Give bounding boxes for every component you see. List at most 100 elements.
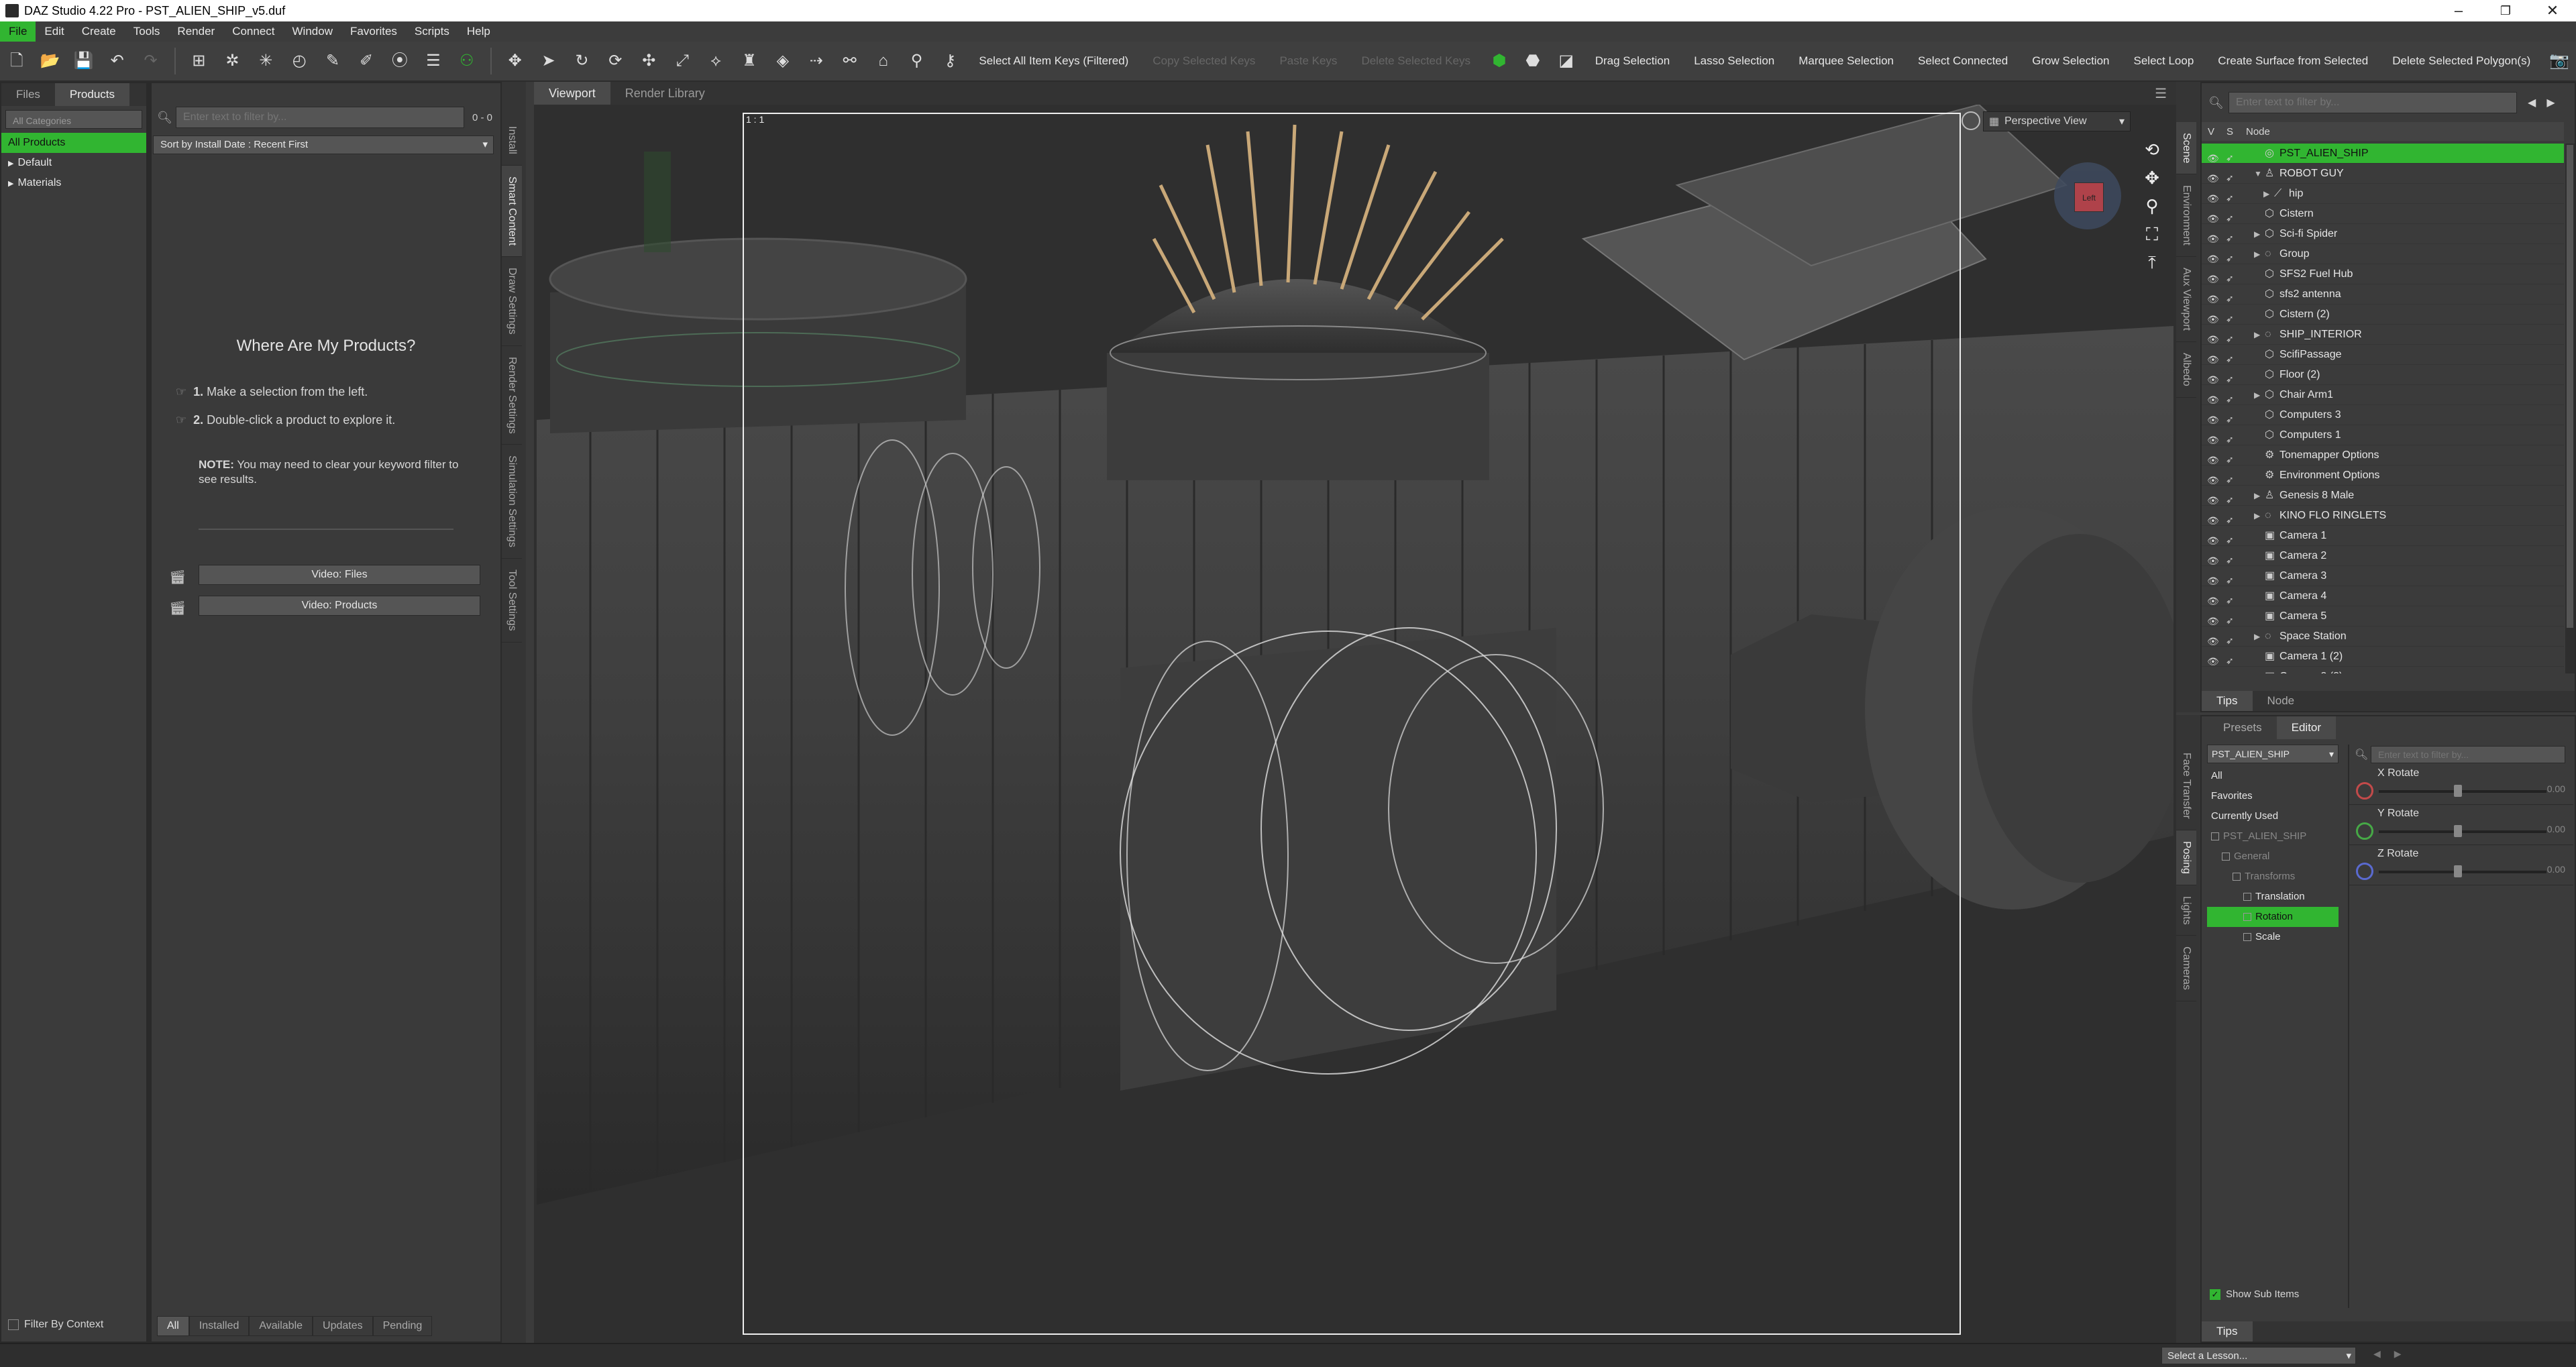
- parameter-value[interactable]: 0.00: [2547, 864, 2565, 875]
- column-node[interactable]: Node: [2246, 126, 2270, 138]
- expand-arrow-icon[interactable]: ▼: [2254, 164, 2262, 184]
- tab-face-transfer[interactable]: Face Transfer: [2176, 742, 2196, 830]
- tab-scene[interactable]: Scene: [2176, 122, 2196, 175]
- scene-node-row[interactable]: 👁︎ ➶ ▼ ♙ ROBOT GUY: [2202, 164, 2564, 184]
- slider-track[interactable]: [2379, 790, 2546, 793]
- delete-polygons-button[interactable]: Delete Selected Polygon(s): [2380, 54, 2542, 68]
- dolly-icon[interactable]: ⤒: [2140, 248, 2164, 276]
- scene-node-row[interactable]: 👁︎ ➶ ▶ ◌ Space Station: [2202, 626, 2564, 647]
- view-dropdown[interactable]: ▦ Perspective View ▾: [1983, 111, 2131, 131]
- paste-keys-button[interactable]: Paste Keys: [1267, 54, 1349, 68]
- scene-subset-icon[interactable]: ⊞: [187, 49, 211, 73]
- tab-tips[interactable]: Tips: [2202, 1321, 2253, 1342]
- scene-node-row[interactable]: 👁︎ ➶ ▶ ◌ Group: [2202, 244, 2564, 264]
- view-cube-face[interactable]: Left: [2074, 182, 2104, 212]
- view-cube[interactable]: Left: [2054, 162, 2121, 229]
- tab-pending[interactable]: Pending: [372, 1316, 433, 1336]
- menu-scripts[interactable]: Scripts: [406, 21, 458, 42]
- scene-node-row[interactable]: 👁︎ ➶ ⬡ SFS2 Fuel Hub: [2202, 264, 2564, 284]
- slider-track[interactable]: [2379, 871, 2546, 873]
- universal-tool-icon[interactable]: ✥: [503, 49, 527, 73]
- save-icon[interactable]: 💾: [72, 49, 96, 73]
- node-dropdown[interactable]: PST_ALIEN_SHIP ▾: [2207, 745, 2339, 763]
- tab-viewport[interactable]: Viewport: [534, 82, 610, 105]
- tab-updates[interactable]: Updates: [313, 1316, 373, 1336]
- lesson-next-icon[interactable]: ▶: [2387, 1348, 2408, 1360]
- scene-node-row[interactable]: 👁︎ ➶ ⬡ sfs2 antenna: [2202, 284, 2564, 305]
- graft-tool-icon[interactable]: ⚲: [905, 49, 929, 73]
- scene-node-row[interactable]: 👁︎ ➶ ⚙ Environment Options: [2202, 466, 2564, 486]
- copy-keys-button[interactable]: Copy Selected Keys: [1140, 54, 1267, 68]
- scene-node-row[interactable]: 👁︎ ➶ ⬡ ScifiPassage: [2202, 345, 2564, 365]
- redo-icon[interactable]: ↷: [139, 49, 163, 73]
- rotate-parameter[interactable]: Y Rotate 0.00: [2349, 805, 2573, 845]
- scene-node-row[interactable]: 👁︎ ➶ ⬡ Computers 1: [2202, 425, 2564, 445]
- property-group-item[interactable]: All: [2207, 766, 2339, 786]
- scene-node-row[interactable]: 👁︎ ➶ ▣ Camera 1 (2): [2202, 647, 2564, 667]
- property-group-item[interactable]: Favorites: [2207, 786, 2339, 806]
- menu-favorites[interactable]: Favorites: [341, 21, 406, 42]
- timer-icon[interactable]: ◴: [287, 49, 311, 73]
- 3d-scene-canvas[interactable]: 1 : 1 ▦ Perspective View ▾ Left ⟲ ✥ ⚲ ⛶ …: [537, 105, 2174, 1340]
- scene-node-row[interactable]: 👁︎ ➶ ▣ Camera 2 (2): [2202, 667, 2564, 673]
- tree-item-materials[interactable]: ▶ Materials: [1, 173, 146, 193]
- camera-tool-icon[interactable]: ◈: [771, 49, 795, 73]
- parameter-value[interactable]: 0.00: [2547, 824, 2565, 834]
- property-group-item[interactable]: Translation: [2207, 887, 2339, 907]
- checkbox-icon[interactable]: [8, 1319, 19, 1330]
- property-group-item[interactable]: PST_ALIEN_SHIP: [2207, 826, 2339, 846]
- expand-arrow-icon[interactable]: ▶: [2254, 486, 2260, 506]
- tab-albedo[interactable]: Albedo: [2176, 342, 2196, 398]
- menu-edit[interactable]: Edit: [36, 21, 72, 42]
- expand-arrow-icon[interactable]: ▶: [8, 160, 13, 168]
- rotate-parameter[interactable]: X Rotate 0.00: [2349, 765, 2573, 805]
- scene-node-row[interactable]: 👁︎ ➶ ▶ ⬡ Sci-fi Spider: [2202, 224, 2564, 244]
- active-pose-icon[interactable]: ⚇: [455, 49, 479, 73]
- select-loop-button[interactable]: Select Loop: [2122, 54, 2206, 68]
- filter-by-context[interactable]: Filter By Context: [8, 1319, 103, 1331]
- scene-node-row[interactable]: 👁︎ ➶ ⚙ Tonemapper Options: [2202, 445, 2564, 466]
- undo-icon[interactable]: ↶: [105, 49, 129, 73]
- checkbox-checked-icon[interactable]: ✓: [2210, 1289, 2220, 1300]
- slider-handle[interactable]: [2454, 825, 2462, 837]
- scale-tool-icon[interactable]: ⤢: [670, 49, 694, 73]
- pose-tool-icon[interactable]: ⇢: [804, 49, 828, 73]
- property-group-item[interactable]: General: [2207, 846, 2339, 867]
- link-tool-icon[interactable]: ⚯: [838, 49, 862, 73]
- tree-item-default[interactable]: ▶ Default: [1, 153, 146, 173]
- scene-node-row[interactable]: 👁︎ ➶ ▶ ♙ Genesis 8 Male: [2202, 486, 2564, 506]
- joint-editor-icon[interactable]: ✲: [220, 49, 244, 73]
- tab-files[interactable]: Files: [1, 83, 55, 106]
- show-sub-items[interactable]: ✓ Show Sub Items: [2210, 1289, 2299, 1300]
- frame-icon[interactable]: ⛶: [2140, 220, 2164, 248]
- create-surface-button[interactable]: Create Surface from Selected: [2206, 54, 2380, 68]
- tab-tips[interactable]: Tips: [2202, 691, 2253, 711]
- scene-node-row[interactable]: 👁︎ ➶ ⬡ Computers 3: [2202, 405, 2564, 425]
- grow-selection-button[interactable]: Grow Selection: [2020, 54, 2121, 68]
- select-connected-button[interactable]: Select Connected: [1906, 54, 2020, 68]
- new-file-icon[interactable]: 🗋: [5, 49, 29, 73]
- marquee-selection-button[interactable]: Marquee Selection: [1786, 54, 1906, 68]
- sort-dropdown[interactable]: Sort by Install Date : Recent First ▾: [153, 135, 494, 154]
- lasso-selection-button[interactable]: Lasso Selection: [1682, 54, 1786, 68]
- tab-cameras[interactable]: Cameras: [2176, 936, 2196, 1002]
- panel-menu-icon[interactable]: ☰: [2155, 85, 2167, 102]
- surface-selection-icon[interactable]: ♜: [737, 49, 761, 73]
- spot-render-icon[interactable]: ✎: [321, 49, 345, 73]
- camera-icon[interactable]: 📷: [2547, 49, 2571, 73]
- open-file-icon[interactable]: 📂: [38, 49, 62, 73]
- property-group-item[interactable]: Currently Used: [2207, 806, 2339, 826]
- expand-arrow-icon[interactable]: ▶: [2254, 224, 2260, 244]
- light-icon[interactable]: ✳: [254, 49, 278, 73]
- rotation-dial-icon[interactable]: [2356, 822, 2373, 840]
- tab-posing[interactable]: Posing: [2176, 830, 2196, 885]
- expand-arrow-icon[interactable]: ▶: [2254, 385, 2260, 405]
- column-v[interactable]: V: [2202, 126, 2220, 138]
- pan-icon[interactable]: ✥: [2140, 164, 2164, 192]
- column-s[interactable]: S: [2220, 126, 2239, 138]
- tab-simulation-settings[interactable]: Simulation Settings: [502, 445, 522, 559]
- scene-node-row[interactable]: 👁︎ ➶ ▣ Camera 2: [2202, 546, 2564, 566]
- video-files-button[interactable]: Video: Files: [199, 565, 480, 585]
- tree-item-all-products[interactable]: All Products: [1, 133, 146, 153]
- tab-node[interactable]: Node: [2253, 691, 2310, 711]
